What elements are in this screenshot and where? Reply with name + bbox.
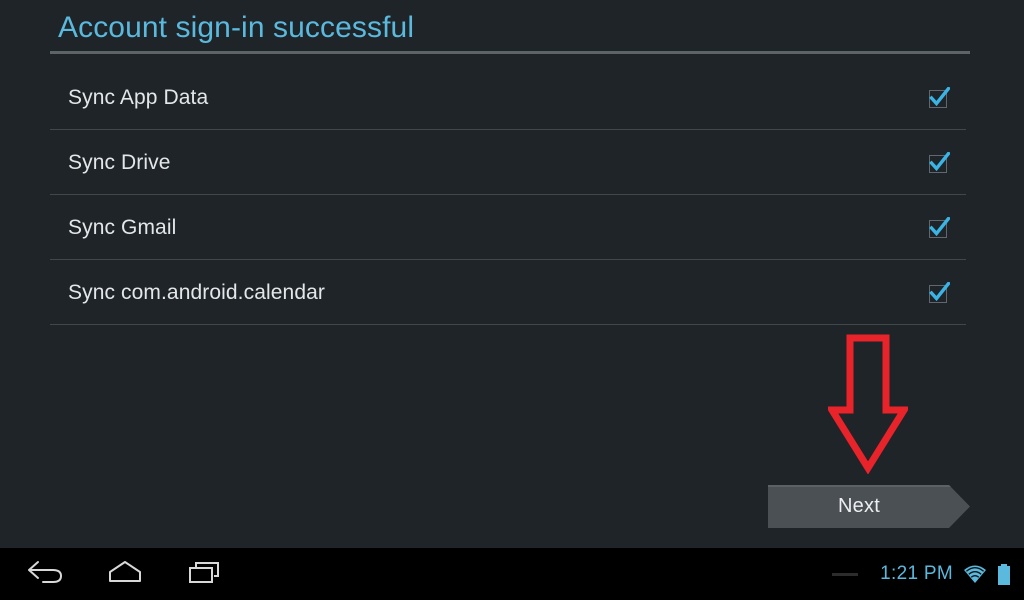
system-navigation-bar: 1:21 PM — [0, 548, 1024, 600]
checkbox-sync-drive[interactable] — [928, 150, 951, 174]
sync-option-label: Sync Gmail — [68, 215, 177, 239]
next-button-label: Next — [838, 495, 880, 517]
battery-icon — [996, 563, 1012, 586]
sync-option-row[interactable]: Sync Drive — [0, 130, 1024, 195]
next-button[interactable]: Next — [768, 485, 971, 528]
setup-wizard-screen: Account sign-in successful Sync App Data… — [0, 0, 1024, 548]
sync-option-row[interactable]: Sync com.android.calendar — [0, 260, 1024, 325]
wifi-icon — [962, 563, 988, 585]
checkmark-icon — [928, 85, 951, 109]
nav-home-button[interactable] — [88, 548, 162, 600]
status-clock: 1:21 PM — [880, 563, 953, 584]
red-down-arrow-annotation-icon — [825, 334, 911, 475]
sync-option-row[interactable]: Sync App Data — [0, 65, 1024, 130]
nav-back-button[interactable] — [8, 548, 82, 600]
checkbox-sync-app-data[interactable] — [928, 85, 951, 109]
sync-option-label: Sync App Data — [68, 85, 209, 109]
checkmark-icon — [928, 280, 951, 304]
sync-option-label: Sync Drive — [68, 150, 171, 174]
checkbox-sync-calendar[interactable] — [928, 280, 951, 304]
page-title: Account sign-in successful — [58, 11, 415, 44]
sync-options-list: Sync App Data Sync Drive Sync Gmail Sync co… — [0, 65, 1024, 325]
home-icon — [103, 557, 147, 592]
notification-placeholder-icon — [832, 572, 859, 576]
sync-option-row[interactable]: Sync Gmail — [0, 195, 1024, 260]
status-bar: 1:21 PM — [832, 548, 1024, 600]
nav-recent-apps-button[interactable] — [168, 548, 242, 600]
row-divider — [50, 324, 966, 325]
recent-apps-icon — [183, 557, 227, 592]
checkbox-sync-gmail[interactable] — [928, 215, 951, 239]
title-divider — [50, 51, 970, 54]
sync-option-label: Sync com.android.calendar — [68, 280, 325, 304]
checkmark-icon — [928, 150, 951, 174]
checkmark-icon — [928, 215, 951, 239]
back-arrow-icon — [23, 557, 67, 592]
